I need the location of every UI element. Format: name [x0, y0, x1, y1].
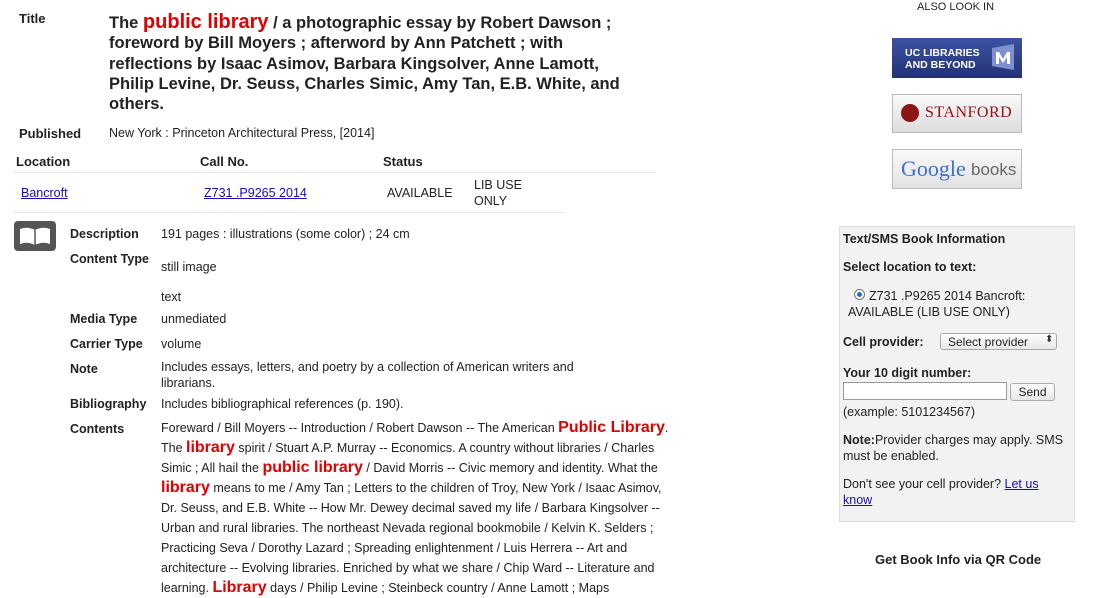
stanford-button[interactable]: STANFORD: [892, 94, 1022, 133]
contents-highlight: Library: [212, 579, 267, 596]
provider-help: Don't see your cell provider? Let us kno…: [843, 476, 1068, 508]
stanford-label: STANFORD: [925, 104, 1013, 121]
title-segment: The: [109, 14, 143, 32]
status-note: LIB USE ONLY: [474, 178, 522, 208]
also-look-in-heading: ALSO LOOK IN: [917, 1, 995, 13]
contents-highlight: library: [186, 439, 235, 456]
send-button[interactable]: Send: [1010, 383, 1055, 401]
contents-value: Foreward / Bill Moyers -- Introduction /…: [161, 418, 673, 598]
content-type-value-1: still image: [161, 260, 217, 274]
status-value: AVAILABLE: [387, 186, 453, 200]
description-value: 191 pages : illustrations (some color) ;…: [161, 227, 410, 241]
google-books-books: books: [971, 160, 1017, 179]
contents-label: Contents: [70, 422, 125, 436]
google-books-google: Google: [901, 156, 966, 181]
cell-provider-selected: Select provider: [948, 335, 1029, 349]
callno-link[interactable]: Z731 .P9265 2014: [204, 186, 307, 200]
content-type-label: Content Type: [70, 252, 149, 266]
media-type-label: Media Type: [70, 312, 138, 326]
phone-number-input[interactable]: [843, 382, 1007, 400]
contents-segment: / David Morris -- Civic memory and ident…: [362, 461, 658, 475]
description-label: Description: [70, 227, 139, 241]
sms-title: Text/SMS Book Information: [843, 232, 1006, 246]
status-header: Status: [383, 154, 423, 169]
title-label: Title: [19, 11, 46, 26]
bibliography-label: Bibliography: [70, 397, 147, 411]
title-highlight: public library: [142, 11, 269, 33]
contents-segment: days / Philip Levine ; Steinbeck country…: [266, 581, 610, 595]
carrier-type-label: Carrier Type: [70, 337, 143, 351]
cell-provider-select[interactable]: Select provider ⬍: [940, 333, 1057, 350]
sms-panel: Text/SMS Book Information Select locatio…: [839, 226, 1075, 522]
number-example: (example: 5101234567): [843, 405, 976, 419]
google-books-button[interactable]: Google books: [892, 149, 1022, 189]
stanford-seal-icon: [901, 104, 919, 122]
callno-header: Call No.: [200, 154, 249, 169]
published-value: New York : Princeton Architectural Press…: [109, 126, 375, 140]
note-value: Includes essays, letters, and poetry by …: [161, 360, 574, 390]
chevron-updown-icon: ⬍: [1045, 334, 1054, 345]
number-label: Your 10 digit number:: [843, 366, 972, 380]
book-icon: [14, 221, 56, 251]
qr-code-heading: Get Book Info via QR Code: [875, 552, 1042, 567]
contents-highlight: Public Library: [558, 419, 665, 436]
dont-see-text: Don't see your cell provider?: [843, 477, 1002, 491]
published-label: Published: [19, 126, 82, 141]
uc-libraries-button[interactable]: UC LIBRARIES AND BEYOND: [892, 38, 1022, 78]
uc-libraries-line1: UC LIBRARIES: [905, 47, 980, 59]
note-bold: Note:: [843, 433, 875, 447]
contents-segment: means to me / Amy Tan ; Letters to the c…: [161, 481, 662, 595]
location-option-text: Z731 .P9265 2014 Bancroft: AVAILABLE (LI…: [848, 289, 1026, 319]
sms-select-location-label: Select location to text:: [843, 260, 977, 274]
location-link[interactable]: Bancroft: [21, 186, 68, 200]
contents-segment: Foreward / Bill Moyers -- Introduction /…: [161, 421, 559, 435]
location-header: Location: [16, 154, 71, 169]
carrier-type-value: volume: [161, 337, 202, 351]
provider-note: Note:Provider charges may apply. SMS mus…: [843, 432, 1068, 464]
cell-provider-label: Cell provider:: [843, 335, 924, 349]
bibliography-value: Includes bibliographical references (p. …: [161, 397, 404, 411]
content-type-value-2: text: [161, 290, 182, 304]
media-type-value: unmediated: [161, 312, 227, 326]
uc-logo-icon: [990, 44, 1016, 77]
uc-libraries-line2: AND BEYOND: [905, 59, 976, 71]
contents-highlight: library: [161, 479, 210, 496]
holdings-header: [14, 152, 656, 173]
record-title: The public library / a photographic essa…: [109, 12, 639, 114]
contents-highlight: public library: [262, 459, 363, 476]
note-label: Note: [70, 362, 98, 376]
qr-code-image: [874, 590, 1014, 596]
note-text: Provider charges may apply. SMS must be …: [843, 433, 1063, 463]
